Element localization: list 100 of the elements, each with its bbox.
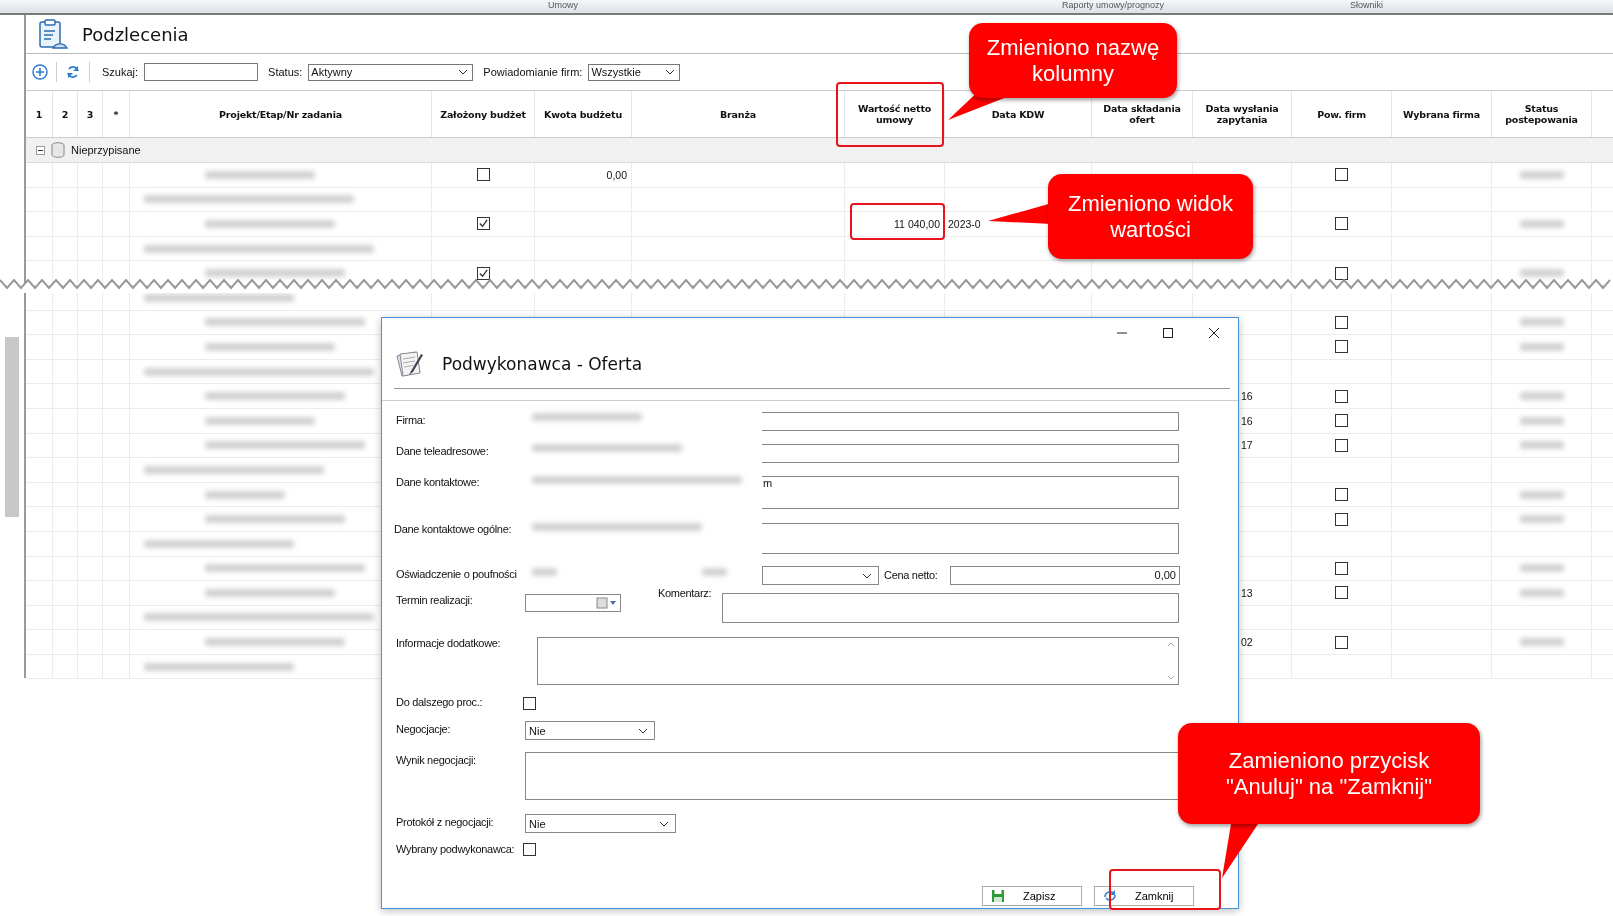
checkbox[interactable] xyxy=(1335,635,1348,649)
column-header[interactable]: Założony budżet xyxy=(440,108,526,120)
table-cell-text: 17 xyxy=(1240,439,1253,452)
checkbox[interactable] xyxy=(1335,586,1348,600)
search-label: Szukaj: xyxy=(102,66,139,78)
comment-field[interactable] xyxy=(722,593,1179,623)
blurred-text xyxy=(1519,490,1564,499)
column-header[interactable]: Pow. firm xyxy=(1317,108,1366,120)
document-pen-icon xyxy=(394,348,426,380)
window-title: Podzlecenia xyxy=(82,23,189,45)
table-cell-text: 2023-0 xyxy=(947,218,981,230)
checkbox[interactable] xyxy=(523,697,536,710)
column-header[interactable]: Data KDW xyxy=(991,108,1045,120)
column-header[interactable]: 2 xyxy=(61,108,69,120)
table-cell-text: 16 xyxy=(1240,414,1253,427)
ribbon-tab[interactable]: Słowniki xyxy=(1350,0,1383,10)
text-area[interactable] xyxy=(525,752,1179,800)
notify-dropdown[interactable]: Wszystkie xyxy=(588,63,681,81)
checkbox[interactable] xyxy=(1335,266,1348,280)
checkbox[interactable] xyxy=(1335,389,1348,403)
field-label: Dane teleadresowe: xyxy=(396,445,489,457)
date-picker[interactable] xyxy=(525,594,621,612)
database-icon xyxy=(51,142,65,158)
checkbox[interactable] xyxy=(476,168,490,182)
save-icon xyxy=(991,889,1005,903)
checkbox[interactable] xyxy=(1335,438,1348,452)
field-label: Wybrany podwykonawca: xyxy=(396,843,515,855)
column-header[interactable]: 3 xyxy=(86,108,94,120)
blurred-text xyxy=(1519,342,1564,351)
scrollbar-thumb[interactable] xyxy=(5,337,19,517)
column-header[interactable]: Branża xyxy=(720,108,756,120)
calendar-icon[interactable] xyxy=(596,597,616,609)
column-header[interactable]: Wartość netto umowy xyxy=(845,103,944,125)
dialog-title: Podwykonawca - Oferta xyxy=(442,354,643,374)
column-header[interactable]: 1 xyxy=(35,108,43,120)
chevron-down-icon xyxy=(665,69,676,75)
field-label: Do dalszego proc.: xyxy=(396,696,483,708)
group-label: Nieprzypisane xyxy=(71,144,141,156)
table-cell-text: 11 040,00 xyxy=(894,218,941,230)
chevron-down-icon xyxy=(458,69,469,75)
checkbox[interactable] xyxy=(1335,168,1348,182)
blurred-text xyxy=(1519,441,1564,450)
blurred-text xyxy=(1519,588,1564,597)
maximize-icon[interactable] xyxy=(1162,327,1174,339)
checkbox[interactable] xyxy=(1335,512,1348,526)
add-icon[interactable] xyxy=(32,64,48,80)
checkbox[interactable] xyxy=(476,266,490,280)
status-dropdown[interactable]: Aktywny xyxy=(308,63,474,81)
dropdown[interactable]: Nie xyxy=(525,814,676,833)
field-label: Termin realizacji: xyxy=(396,594,473,606)
clipboard-icon xyxy=(36,18,68,50)
ribbon-tab[interactable]: Raporty umowy/prognozy xyxy=(1062,0,1165,10)
field-label: Cena netto: xyxy=(884,569,938,581)
blurred-text xyxy=(1519,416,1564,425)
column-header[interactable]: Status postepowania xyxy=(1492,103,1591,125)
callout: Zmieniono widok wartości xyxy=(1048,174,1253,259)
checkbox[interactable] xyxy=(1335,217,1348,231)
column-header[interactable]: Data składania ofert xyxy=(1092,103,1192,125)
checkbox[interactable] xyxy=(1335,561,1348,575)
column-header[interactable]: Kwota budżetu xyxy=(544,108,622,120)
callout: Zamieniono przycisk "Anuluj" na "Zamknij" xyxy=(1178,723,1480,824)
chevron-down-icon xyxy=(862,572,872,579)
blurred-text xyxy=(1519,318,1564,327)
table-cell-text: 16 xyxy=(1240,390,1253,403)
checkbox[interactable] xyxy=(1335,414,1348,428)
column-header[interactable]: Data wysłania zapytania xyxy=(1193,103,1291,125)
field-label: Komentarz: xyxy=(658,587,712,599)
field-label: Negocjacje: xyxy=(396,723,451,735)
field-label: Oświadczenie o poufności xyxy=(396,568,517,580)
blurred-text xyxy=(1519,269,1564,278)
checkbox[interactable] xyxy=(1335,488,1348,501)
checkbox[interactable] xyxy=(1335,315,1348,329)
blurred-text xyxy=(1519,392,1564,401)
column-header[interactable]: * xyxy=(113,108,119,120)
field-label: Dane kontaktowe: xyxy=(396,476,480,488)
save-button[interactable]: Zapisz xyxy=(982,886,1082,906)
checkbox[interactable] xyxy=(523,843,536,856)
checkbox[interactable] xyxy=(1335,340,1348,354)
field-label: Firma: xyxy=(396,414,426,426)
table-cell-text: 13 xyxy=(1240,586,1253,599)
blurred-text xyxy=(1519,638,1564,647)
chevron-down-icon xyxy=(659,820,669,827)
ribbon-tab[interactable]: Umowy xyxy=(548,0,578,10)
column-header[interactable]: Wybrana firma xyxy=(1403,108,1480,120)
table-cell-text: 02 xyxy=(1240,636,1253,649)
search-field[interactable] xyxy=(144,63,259,81)
close-button[interactable]: Zamknij xyxy=(1094,886,1194,906)
price-field[interactable]: 0,00 xyxy=(950,566,1180,585)
blurred-text xyxy=(1519,564,1564,573)
field-label: Protokół z negocjacji: xyxy=(396,816,494,828)
collapse-toggle[interactable] xyxy=(36,145,45,155)
column-header[interactable]: Projekt/Etap/Nr zadania xyxy=(219,108,342,120)
table-cell-text: 0,00 xyxy=(606,168,628,181)
blurred-text xyxy=(1519,170,1564,179)
checkbox[interactable] xyxy=(476,217,490,231)
dropdown[interactable]: Nie xyxy=(525,721,655,740)
close-icon[interactable] xyxy=(1208,327,1220,339)
dropdown[interactable] xyxy=(762,566,879,585)
refresh-icon[interactable] xyxy=(65,64,81,80)
chevron-down-icon xyxy=(638,727,648,734)
